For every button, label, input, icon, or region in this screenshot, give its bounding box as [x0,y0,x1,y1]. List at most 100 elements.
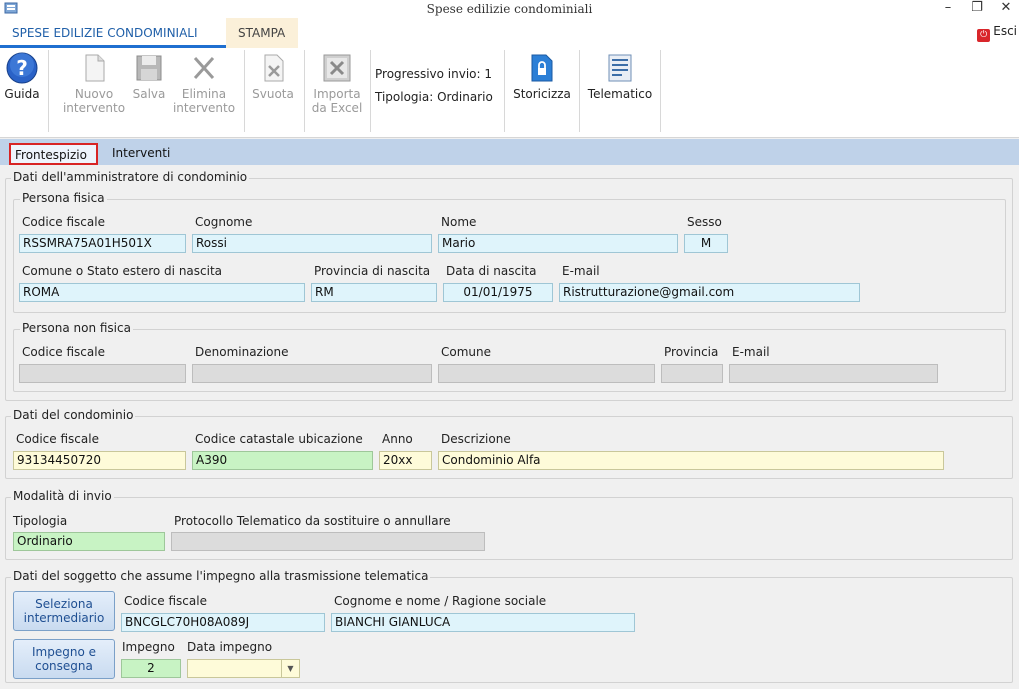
elimina-label-2: intervento [172,101,236,115]
exit-button[interactable]: ⏻ Esci [977,24,1017,42]
soggetto-cf-label: Codice fiscale [124,594,207,608]
pnf-provincia-field [661,364,723,383]
toolbar-separator [244,50,245,132]
toolbar-separator [304,50,305,132]
catastale-field[interactable]: A390 [192,451,373,470]
nome-field[interactable]: Mario [438,234,678,253]
seleziona-intermediario-button[interactable]: Seleziona intermediario [13,591,115,631]
cf-label: Codice fiscale [22,215,105,229]
data-impegno-label: Data impegno [187,640,273,654]
data-nascita-label: Data di nascita [446,264,537,278]
protocollo-label: Protocollo Telematico da sostituire o an… [174,514,451,528]
pnf-comune-label: Comune [441,345,492,359]
pnf-email-label: E-mail [732,345,770,359]
guida-button[interactable]: ? Guida [3,52,41,101]
sesso-label: Sesso [687,215,722,229]
archive-lock-icon [531,54,553,82]
modalita-title: Modalità di invio [11,489,114,503]
amministratore-title: Dati dell'amministratore di condominio [11,170,250,184]
nuovo-label-2: intervento [62,101,126,115]
pnf-cf-field [19,364,186,383]
comune-nascita-field[interactable]: ROMA [19,283,305,302]
close-button[interactable]: ✕ [995,0,1017,18]
toolbar: ? Guida Nuovo intervento Salva Elimina i… [0,48,1019,138]
storicizza-button[interactable]: Storicizza [509,52,575,101]
progressivo-invio-text: Progressivo invio: 1 [375,67,493,81]
sesso-field[interactable]: M [684,234,728,253]
seleziona-label-2: intermediario [23,611,105,625]
svuota-button[interactable]: Svuota [249,52,297,101]
pnf-comune-field [438,364,655,383]
tab-interventi[interactable]: Interventi [108,143,174,165]
clear-document-icon [264,54,284,82]
seleziona-label-1: Seleziona [35,597,93,611]
data-impegno-dropdown[interactable]: ▼ [187,659,300,678]
chevron-down-icon[interactable]: ▼ [281,660,299,677]
cf-field[interactable]: RSSMRA75A01H501X [19,234,186,253]
pnf-denominazione-label: Denominazione [195,345,289,359]
help-icon: ? [6,52,38,84]
comune-nascita-label: Comune o Stato estero di nascita [22,264,223,278]
email-field[interactable]: Ristrutturazione@gmail.com [559,283,860,302]
descrizione-field[interactable]: Condominio Alfa [438,451,944,470]
svg-text:?: ? [16,56,28,80]
persona-fisica-title: Persona fisica [20,191,107,205]
tipologia-label: Tipologia [13,514,68,528]
svuota-label: Svuota [252,87,294,101]
pnf-email-field [729,364,938,383]
pnf-denominazione-field [192,364,432,383]
nome-label: Nome [441,215,477,229]
impegno-field[interactable]: 2 [121,659,181,678]
salva-button[interactable]: Salva [130,52,168,101]
telematico-label: Telematico [587,87,653,101]
impegno-consegna-label-2: consegna [35,659,93,673]
excel-icon [323,54,351,82]
telematico-button[interactable]: Telematico [584,52,656,101]
importa-label-2: da Excel [311,101,363,115]
catastale-label: Codice catastale ubicazione [195,432,363,446]
descrizione-label: Descrizione [441,432,511,446]
power-icon: ⏻ [977,29,991,42]
provincia-nascita-field[interactable]: RM [311,283,437,302]
nuovo-label-1: Nuovo [74,87,114,101]
email-label: E-mail [562,264,600,278]
elimina-label-1: Elimina [181,87,227,101]
toolbar-separator [504,50,505,132]
soggetto-cf-field[interactable]: BNCGLC70H08A089J [121,613,325,632]
tab-stampa[interactable]: STAMPA [226,18,298,48]
tab-spese-edilizie[interactable]: SPESE EDILIZIE CONDOMINIALI [0,18,226,48]
cognome-nome-label: Cognome e nome / Ragione sociale [334,594,547,608]
tab-frontespizio[interactable]: Frontespizio [9,143,98,165]
importa-excel-button[interactable]: Importa da Excel [309,52,365,115]
salva-label: Salva [132,87,166,101]
storicizza-label: Storicizza [513,87,571,101]
tipologia-text: Tipologia: Ordinario [375,90,493,104]
nuovo-intervento-button[interactable]: Nuovo intervento [60,52,128,115]
data-nascita-field[interactable]: 01/01/1975 [443,283,553,302]
delete-x-icon [193,56,215,80]
toolbar-separator [579,50,580,132]
page-tabs: Frontespizio Interventi [0,139,1019,165]
toolbar-separator [370,50,371,132]
ribbon-tabs: SPESE EDILIZIE CONDOMINIALI STAMPA [0,18,1019,48]
exit-label: Esci [993,24,1017,38]
guida-label: Guida [4,87,40,101]
telematico-document-icon [608,54,632,82]
cognome-nome-field[interactable]: BIANCHI GIANLUCA [331,613,635,632]
restore-button[interactable]: ❐ [966,0,988,18]
elimina-intervento-button[interactable]: Elimina intervento [170,52,238,115]
persona-non-fisica-title: Persona non fisica [20,321,133,335]
title-bar: Spese edilizie condominiali – ❐ ✕ [0,0,1019,18]
tipologia-field[interactable]: Ordinario [13,532,165,551]
condominio-cf-field[interactable]: 93134450720 [13,451,186,470]
save-icon [136,55,162,81]
impegno-consegna-button[interactable]: Impegno e consegna [13,639,115,679]
pnf-provincia-label: Provincia [664,345,719,359]
minimize-button[interactable]: – [937,0,959,18]
window-title: Spese edilizie condominiali [426,2,593,16]
soggetto-title: Dati del soggetto che assume l'impegno a… [11,569,431,583]
protocollo-field [171,532,485,551]
cognome-field[interactable]: Rossi [192,234,432,253]
impegno-label: Impegno [122,640,175,654]
anno-field[interactable]: 20xx [379,451,432,470]
